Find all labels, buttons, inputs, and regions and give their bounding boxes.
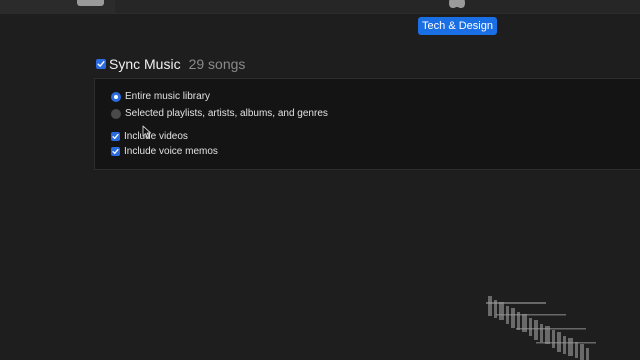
sync-music-checkbox[interactable] [96,59,106,69]
sync-music-header: Sync Music 29 songs [96,55,245,73]
option-entire-library[interactable]: Entire music library [111,91,210,102]
include-voice-memos-label: Include voice memos [124,146,218,157]
sync-music-title: Sync Music [109,56,181,72]
selected-items-radio[interactable] [111,108,121,119]
song-count: 29 songs [188,56,246,72]
iphone-icon[interactable] [77,0,104,6]
entire-library-label: Entire music library [125,91,211,102]
include-voice-memos-checkbox[interactable] [111,147,120,156]
top-toolbar [0,0,640,14]
checkmark-icon [112,148,119,154]
apple-logo-icon [446,0,468,8]
device-name-button[interactable]: Tech & Design [418,17,497,35]
checkmark-icon [97,61,105,67]
entire-library-radio[interactable] [111,91,121,102]
render-artifact [486,296,596,360]
mouse-pointer-icon [142,125,152,139]
include-videos-checkbox[interactable] [111,132,120,141]
option-selected-items[interactable]: Selected playlists, artists, albums, and… [111,108,328,119]
selected-items-label: Selected playlists, artists, albums, and… [125,108,328,119]
sync-options-panel: Entire music library Selected playlists,… [94,78,640,170]
checkmark-icon [112,133,119,139]
option-include-voice-memos[interactable]: Include voice memos [111,146,218,157]
include-videos-label: Include videos [124,131,188,142]
